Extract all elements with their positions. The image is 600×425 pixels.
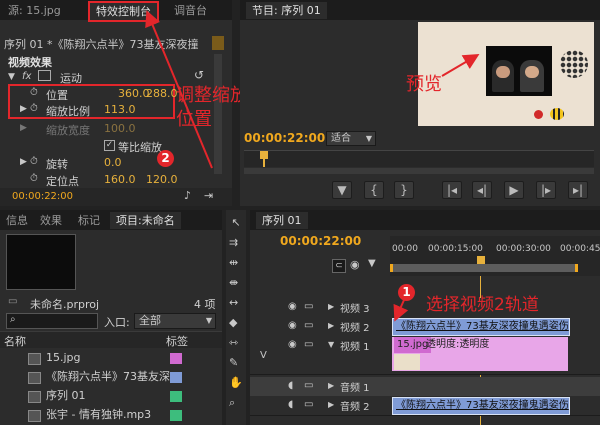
arrow-to-track bbox=[393, 299, 409, 322]
annotation-arrows bbox=[145, 10, 480, 322]
arrow-to-preview bbox=[441, 53, 480, 77]
arrow-to-tab bbox=[145, 10, 213, 169]
